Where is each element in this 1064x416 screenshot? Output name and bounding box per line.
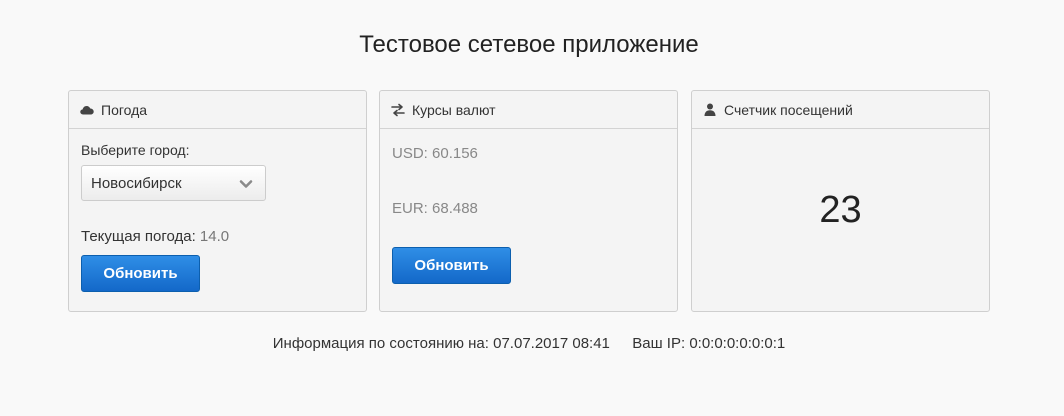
visit-count: 23	[819, 189, 862, 231]
status-label: Информация по состоянию на:	[272, 335, 489, 352]
status-footer: Информация по состоянию на: 07.07.2017 0…	[0, 335, 1058, 352]
weather-panel-title: Погода	[101, 101, 148, 118]
eur-rate: EUR: 68.488	[392, 200, 478, 217]
exchange-icon	[391, 103, 405, 117]
weather-panel: Погода Выберите город: Новосибирск Текущ…	[68, 90, 367, 312]
counter-panel-title: Счетчик посещений	[724, 101, 853, 118]
currency-panel-heading: Курсы валют	[380, 91, 677, 129]
user-icon	[703, 103, 717, 117]
chevron-down-icon	[239, 177, 253, 189]
ip-value: 0:0:0:0:0:0:0:1	[689, 335, 786, 352]
counter-panel: Счетчик посещений 23	[691, 90, 990, 312]
ip-label: Ваш IP:	[632, 335, 686, 352]
page-title: Тестовое сетевое приложение	[359, 31, 699, 58]
usd-rate: USD: 60.156	[392, 145, 478, 162]
current-weather: Текущая погода: 14.0	[81, 228, 229, 245]
city-select-label: Выберите город:	[81, 142, 190, 158]
currency-panel: Курсы валют USD: 60.156 EUR: 68.488 Обно…	[379, 90, 678, 312]
counter-panel-heading: Счетчик посещений	[692, 91, 989, 129]
city-select[interactable]: Новосибирск	[81, 165, 266, 201]
currency-panel-title: Курсы валют	[412, 101, 496, 118]
currency-update-button[interactable]: Обновить	[392, 247, 511, 284]
cloud-icon	[80, 103, 94, 117]
status-datetime: 07.07.2017 08:41	[493, 335, 610, 352]
weather-update-button[interactable]: Обновить	[81, 255, 200, 292]
current-weather-label: Текущая погода:	[81, 228, 196, 245]
city-select-value: Новосибирск	[91, 174, 182, 192]
weather-panel-heading: Погода	[69, 91, 366, 129]
current-weather-value: 14.0	[199, 228, 230, 245]
